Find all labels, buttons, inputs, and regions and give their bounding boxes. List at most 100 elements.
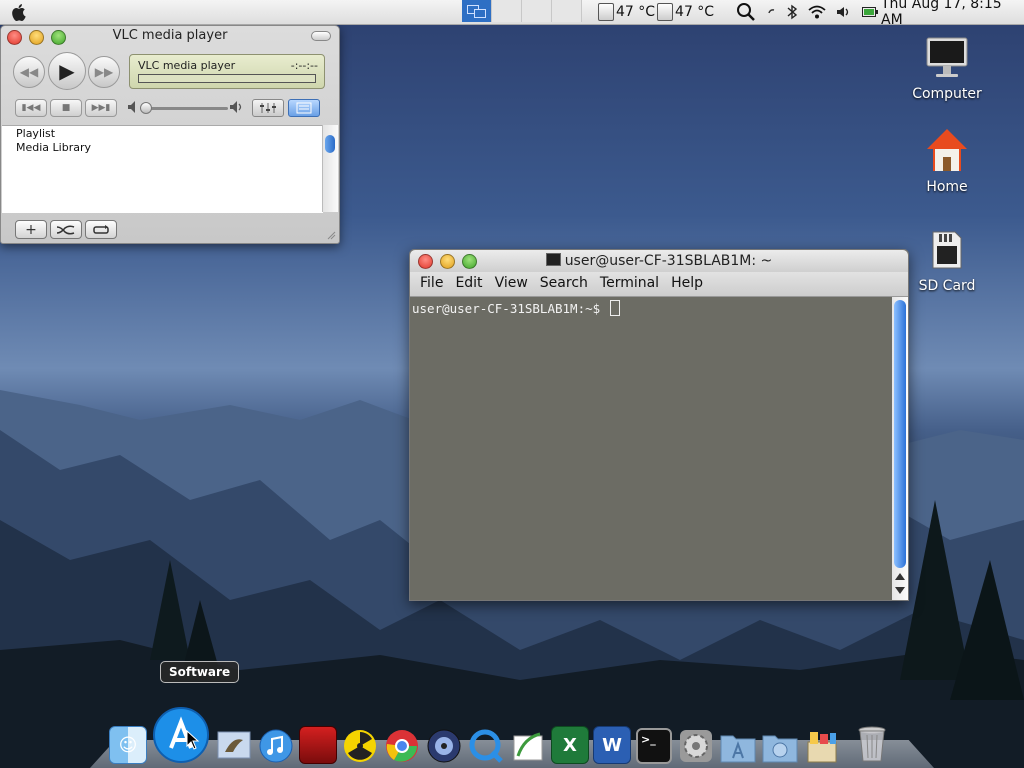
equalizer-icon <box>260 103 276 113</box>
menu-terminal[interactable]: Terminal <box>600 272 659 296</box>
volume-mute-icon[interactable] <box>128 100 138 114</box>
volume-slider[interactable] <box>140 107 228 110</box>
menu-file[interactable]: File <box>420 272 443 296</box>
menu-view[interactable]: View <box>495 272 528 296</box>
trash-icon <box>858 726 886 762</box>
stop-button[interactable]: ■ <box>50 99 82 117</box>
desktop-icon-computer[interactable]: Computer <box>902 36 992 102</box>
terminal-icon: >_ <box>636 728 672 764</box>
itunes-icon <box>259 729 293 763</box>
dock-item-archive-utility[interactable] <box>802 720 842 764</box>
chrome-icon <box>386 730 418 762</box>
terminal-titlebar[interactable]: user@user-CF-31SBLAB1M: ~ <box>410 250 908 272</box>
dock-item-itunes[interactable] <box>256 720 296 764</box>
finder-icon: ☺ <box>109 726 147 764</box>
home-icon <box>927 129 967 171</box>
toolbar-toggle-button[interactable] <box>311 31 331 41</box>
next-button[interactable]: ▶▶▮ <box>85 99 117 117</box>
seek-bar[interactable] <box>138 74 316 83</box>
dock-item-applications-folder[interactable] <box>718 720 758 764</box>
workspace-switcher[interactable] <box>462 0 582 24</box>
dock-item-system-preferences[interactable] <box>676 720 716 764</box>
workspace-2[interactable] <box>492 0 522 22</box>
repeat-button[interactable] <box>85 220 117 239</box>
temperature-value: 47 °C <box>675 4 715 20</box>
next-icon: ▶▶▮ <box>91 103 111 113</box>
scroll-up-arrow-icon[interactable] <box>895 573 905 580</box>
terminal-title-icon <box>545 253 561 266</box>
menu-search[interactable]: Search <box>540 272 588 296</box>
dock-item-photo-booth[interactable] <box>298 720 338 764</box>
playlist-scrollbar[interactable] <box>322 125 338 212</box>
desktop-icon-home[interactable]: Home <box>902 127 992 195</box>
temperature-indicator-1[interactable]: 47 °C <box>598 3 655 21</box>
workspace-1[interactable] <box>462 0 492 22</box>
cpu-chip-icon <box>598 3 614 21</box>
dock-item-trash[interactable] <box>852 720 892 764</box>
dock-item-quicktime[interactable] <box>466 720 506 764</box>
shuffle-button[interactable] <box>50 220 82 239</box>
battery-icon[interactable] <box>862 6 878 18</box>
terminal-menu-bar: File Edit View Search Terminal Help <box>410 272 908 297</box>
scrollbar-thumb[interactable] <box>325 135 335 153</box>
search-icon[interactable] <box>736 2 756 22</box>
volume-icon[interactable] <box>836 4 852 20</box>
desktop-icon-label: SD Card <box>918 278 976 294</box>
previous-icon: ▮◀◀ <box>21 103 41 113</box>
volume-max-icon[interactable] <box>230 100 244 114</box>
temperature-indicator-2[interactable]: 47 °C <box>657 3 714 21</box>
dock-item-word[interactable]: W <box>592 720 632 764</box>
dock-item-mail[interactable] <box>214 720 254 764</box>
window-title: VLC media player <box>112 28 228 43</box>
time-display: -:--:-- <box>290 59 318 72</box>
media-library-item[interactable]: Media Library <box>2 141 323 155</box>
dock-item-dvd-player[interactable] <box>424 720 464 764</box>
desktop-icon-sd-card[interactable]: SD Card <box>902 228 992 294</box>
terminal-scrollbar[interactable] <box>892 297 908 600</box>
software-icon <box>153 707 209 763</box>
apple-logo-icon[interactable] <box>10 3 28 21</box>
dock-item-excel[interactable]: X <box>550 720 590 764</box>
terminal-output[interactable]: user@user-CF-31SBLAB1M:~$ <box>410 297 892 600</box>
previous-button[interactable]: ▮◀◀ <box>15 99 47 117</box>
play-button[interactable]: ▶ <box>48 52 86 90</box>
play-icon: ▶ <box>59 59 75 83</box>
dropbox-indicator-icon[interactable] <box>766 4 776 20</box>
desktop-icon-label: Home <box>926 179 968 195</box>
dock-item-finder[interactable]: ☺ <box>108 720 148 764</box>
dock-item-preview[interactable] <box>508 720 548 764</box>
volume-slider-knob[interactable] <box>140 102 152 114</box>
clock[interactable]: Thu Aug 17, 8:15 AM <box>881 0 1024 28</box>
dock-item-terminal[interactable]: >_ <box>634 720 674 764</box>
dock-tooltip: Software <box>160 661 240 683</box>
terminal-window: user@user-CF-31SBLAB1M: ~ File Edit View… <box>409 249 909 601</box>
add-button[interactable]: + <box>15 220 47 239</box>
playlist-icon <box>296 102 312 114</box>
workspace-4[interactable] <box>552 0 582 22</box>
scroll-down-arrow-icon[interactable] <box>895 587 905 594</box>
fast-forward-button[interactable]: ▶▶ <box>88 56 120 88</box>
playlist-toggle-button[interactable] <box>288 99 320 117</box>
dock-item-software[interactable] <box>150 702 212 764</box>
temperature-value: 47 °C <box>616 4 656 20</box>
wifi-icon[interactable] <box>808 4 826 20</box>
resize-grip-icon[interactable] <box>326 230 336 240</box>
now-playing-title: VLC media player <box>138 59 236 72</box>
mouse-cursor-icon <box>186 730 200 750</box>
menu-help[interactable]: Help <box>671 272 703 296</box>
dock-item-radiation[interactable] <box>340 720 380 764</box>
radiation-icon <box>344 730 376 762</box>
bluetooth-icon[interactable] <box>786 4 798 20</box>
desktop-icon-label: Computer <box>912 86 982 102</box>
status-icons <box>736 0 878 24</box>
playlist-item[interactable]: Playlist <box>2 127 323 141</box>
excel-icon: X <box>551 726 589 764</box>
scrollbar-thumb[interactable] <box>894 300 906 568</box>
rewind-button[interactable]: ◀◀ <box>13 56 45 88</box>
dock-item-downloads-folder[interactable] <box>760 720 800 764</box>
workspace-3[interactable] <box>522 0 552 22</box>
menu-edit[interactable]: Edit <box>455 272 482 296</box>
equalizer-button[interactable] <box>252 99 284 117</box>
playlist-sidebar: Playlist Media Library <box>2 125 323 213</box>
dock-item-chrome[interactable] <box>382 720 422 764</box>
